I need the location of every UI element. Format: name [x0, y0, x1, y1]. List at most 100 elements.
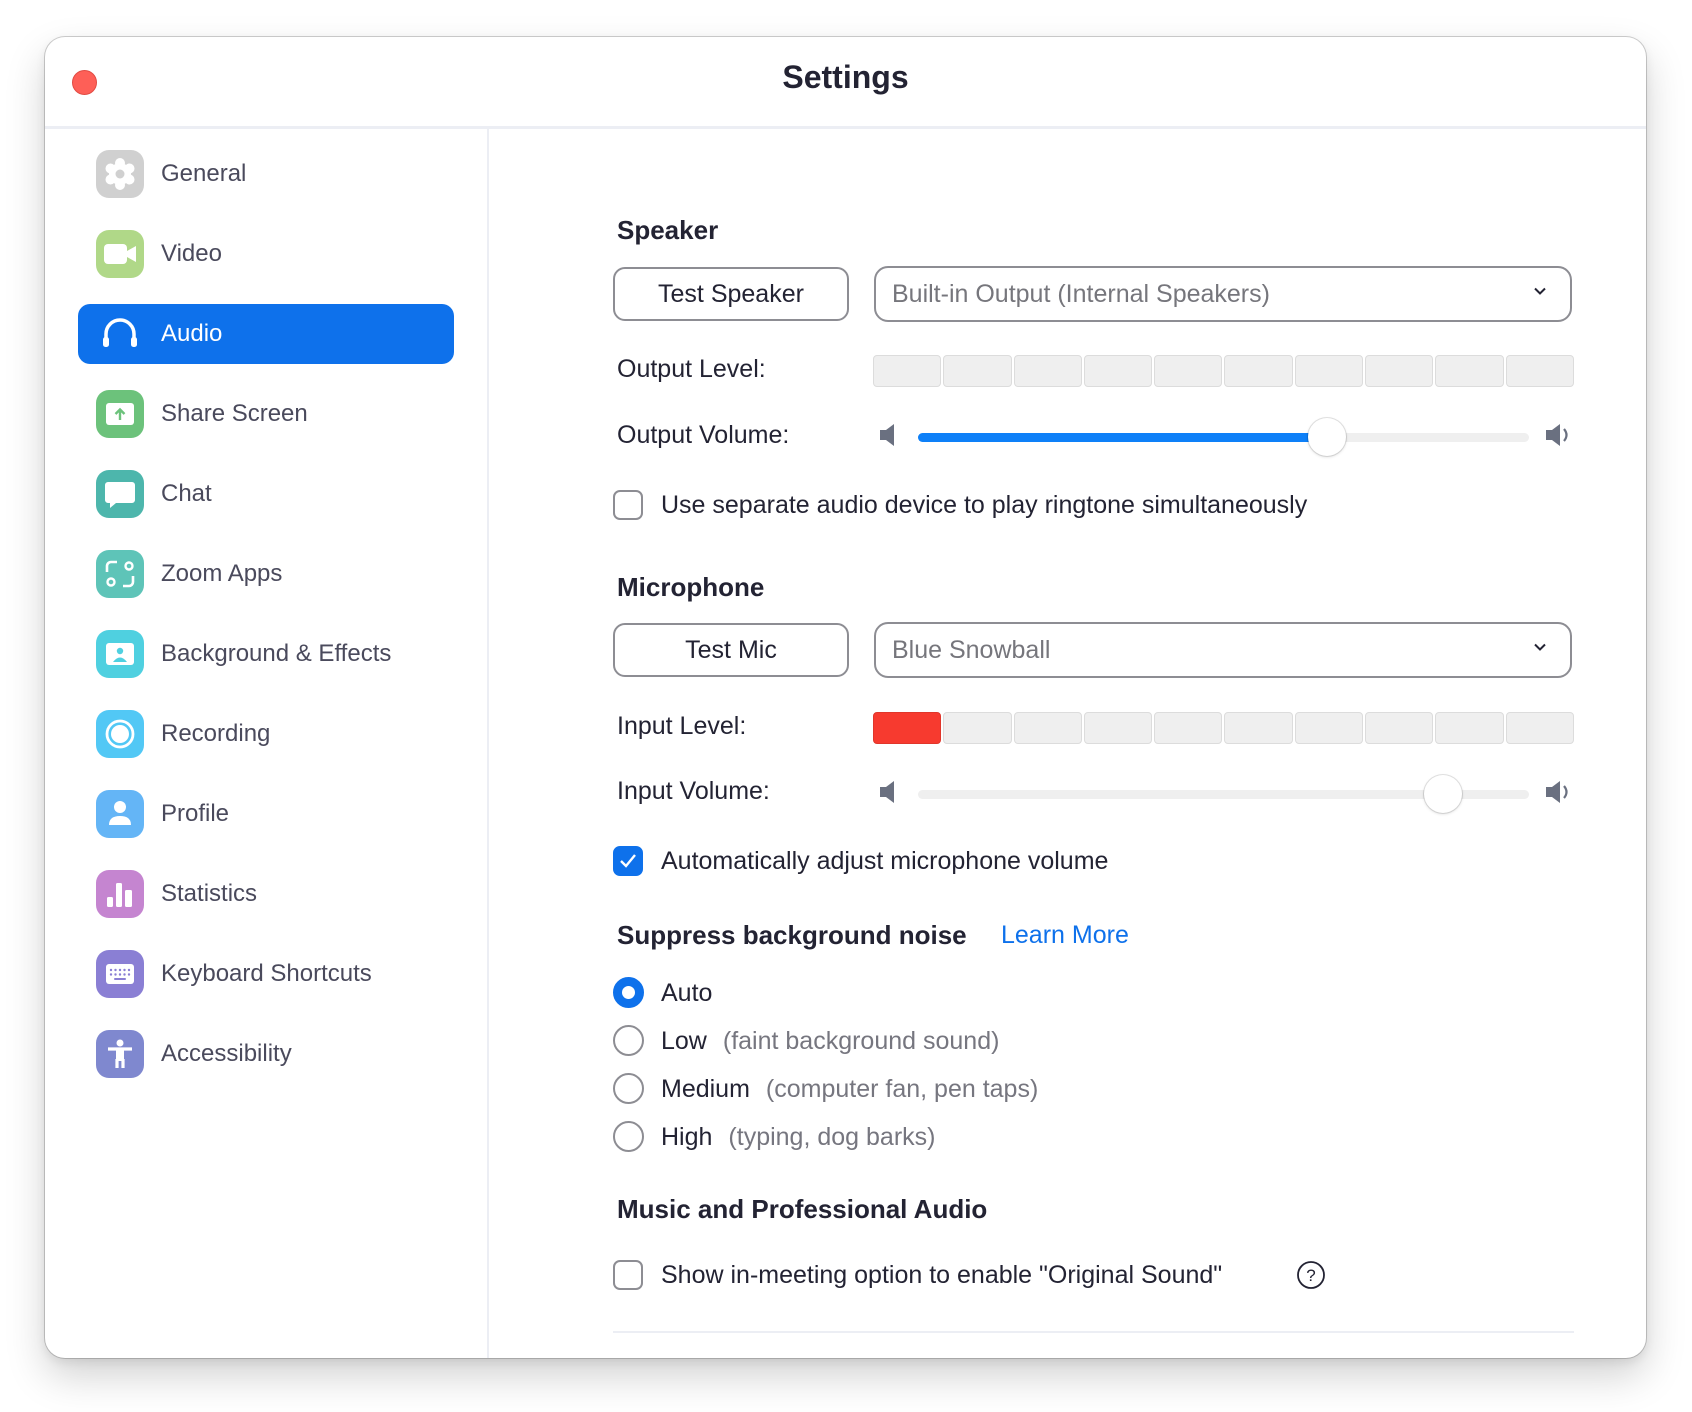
level-segment — [1224, 712, 1293, 744]
sidebar-item-background-effects[interactable]: Background & Effects — [78, 624, 454, 684]
speaker-device-select[interactable]: Built-in Output (Internal Speakers) — [874, 266, 1572, 322]
slider-thumb[interactable] — [1308, 418, 1347, 456]
title-bar: Settings — [45, 37, 1646, 129]
volume-low-icon — [880, 781, 894, 803]
checkmark-icon — [620, 854, 636, 868]
keyboard-icon — [96, 950, 144, 998]
separate-ringtone-checkbox[interactable] — [613, 490, 643, 520]
input-volume-slider[interactable] — [918, 775, 1529, 815]
level-segment — [1505, 712, 1574, 744]
level-segment — [1294, 355, 1364, 387]
noise-option-name: High — [661, 1123, 713, 1151]
sidebar: General Video Audio Share Screen Chat Zoom Ap… — [45, 129, 489, 1358]
svg-text:?: ? — [1306, 1266, 1315, 1285]
sidebar-item-label: Accessibility — [161, 1040, 292, 1067]
microphone-device-value: Blue Snowball — [892, 635, 1051, 664]
gear-icon — [96, 150, 144, 198]
noise-radio-auto[interactable] — [613, 977, 644, 1008]
sidebar-item-label: Statistics — [161, 880, 258, 907]
test-mic-button[interactable]: Test Mic — [613, 623, 849, 677]
sidebar-item-label: Keyboard Shortcuts — [161, 960, 372, 987]
noise-option-name: Auto — [661, 979, 713, 1007]
separate-ringtone-label: Use separate audio device to play ringto… — [661, 491, 1308, 519]
level-segment — [1154, 355, 1223, 387]
person-icon — [96, 790, 144, 838]
level-segment — [1013, 355, 1082, 387]
sidebar-item-statistics[interactable]: Statistics — [78, 864, 454, 924]
record-icon — [96, 710, 144, 758]
chevron-down-icon — [1534, 643, 1546, 651]
noise-option-hint: (computer fan, pen taps) — [765, 1075, 1039, 1103]
learn-more-link[interactable]: Learn More — [1001, 921, 1129, 950]
input-level-label: Input Level: — [617, 712, 747, 740]
volume-high-icon — [1546, 781, 1568, 803]
level-segment — [873, 355, 942, 387]
speaker-device-value: Built-in Output (Internal Speakers) — [892, 279, 1270, 308]
level-segment — [1435, 712, 1504, 744]
section-divider — [613, 1331, 1574, 1333]
output-level-label: Output Level: — [617, 355, 766, 383]
level-segment — [1013, 712, 1082, 744]
input-level-meter — [873, 712, 1574, 744]
sidebar-item-share-screen[interactable]: Share Screen — [78, 384, 454, 444]
sidebar-item-label: Recording — [161, 720, 271, 747]
settings-window: Settings General Video Audio Share Screen Ch… — [45, 37, 1646, 1358]
music-audio-heading: Music and Professional Audio — [617, 1194, 988, 1224]
bar-chart-icon — [96, 870, 144, 918]
share-screen-icon — [96, 390, 144, 438]
chevron-down-icon — [1534, 287, 1546, 295]
sidebar-item-chat[interactable]: Chat — [78, 464, 454, 524]
headphones-icon — [96, 310, 144, 358]
accessibility-icon — [96, 1030, 144, 1078]
noise-option-label: High (typing, dog barks) — [661, 1123, 935, 1152]
sidebar-item-label: Profile — [161, 800, 230, 827]
sidebar-item-label: Share Screen — [161, 400, 308, 427]
noise-option-name: Low — [661, 1027, 707, 1055]
sidebar-item-profile[interactable]: Profile — [78, 784, 454, 844]
noise-option-label: Low (faint background sound) — [661, 1027, 999, 1056]
noise-option-name: Medium — [661, 1075, 750, 1103]
microphone-heading: Microphone — [617, 572, 765, 602]
sidebar-item-keyboard-shortcuts[interactable]: Keyboard Shortcuts — [78, 944, 454, 1004]
microphone-device-select[interactable]: Blue Snowball — [874, 622, 1572, 678]
original-sound-checkbox[interactable] — [613, 1260, 643, 1290]
auto-adjust-mic-label: Automatically adjust microphone volume — [661, 847, 1109, 875]
noise-radio-low[interactable] — [613, 1025, 644, 1056]
sidebar-item-label: Audio — [161, 320, 223, 347]
sidebar-item-video[interactable]: Video — [78, 224, 454, 284]
window-title: Settings — [782, 59, 909, 95]
slider-thumb[interactable] — [1424, 775, 1463, 813]
help-icon[interactable]: ? — [1296, 1260, 1326, 1290]
level-segment — [1435, 355, 1504, 387]
slider-fill — [918, 433, 1328, 442]
original-sound-label: Show in-meeting option to enable "Origin… — [661, 1261, 1223, 1289]
output-level-meter — [873, 355, 1574, 387]
sidebar-item-general[interactable]: General — [78, 144, 454, 204]
sidebar-item-label: Video — [161, 240, 222, 267]
volume-high-icon — [1546, 424, 1568, 446]
sidebar-item-recording[interactable]: Recording — [78, 704, 454, 764]
audio-settings-panel: Speaker Test Speaker Built-in Output (In… — [489, 129, 1646, 1358]
background-person-icon — [96, 630, 144, 678]
noise-radio-medium[interactable] — [613, 1073, 644, 1104]
noise-option-label: Auto — [661, 979, 712, 1008]
sidebar-item-zoom-apps[interactable]: Zoom Apps — [78, 544, 454, 604]
level-segment — [943, 712, 1012, 744]
test-speaker-button[interactable]: Test Speaker — [613, 267, 849, 321]
video-camera-icon — [96, 230, 144, 278]
level-segment — [1154, 712, 1223, 744]
auto-adjust-mic-checkbox[interactable] — [613, 846, 643, 876]
sidebar-item-audio[interactable]: Audio — [78, 304, 454, 364]
level-segment — [1083, 355, 1153, 387]
sidebar-item-accessibility[interactable]: Accessibility — [78, 1024, 454, 1084]
slider-fill — [918, 790, 1443, 799]
level-segment — [943, 355, 1012, 387]
sidebar-item-label: General — [161, 160, 247, 187]
speaker-heading: Speaker — [617, 215, 719, 245]
output-volume-label: Output Volume: — [617, 421, 790, 449]
input-volume-label: Input Volume: — [617, 777, 770, 805]
apps-icon — [96, 550, 144, 598]
level-segment — [1365, 712, 1434, 744]
output-volume-slider[interactable] — [918, 418, 1529, 458]
noise-radio-high[interactable] — [613, 1121, 644, 1152]
